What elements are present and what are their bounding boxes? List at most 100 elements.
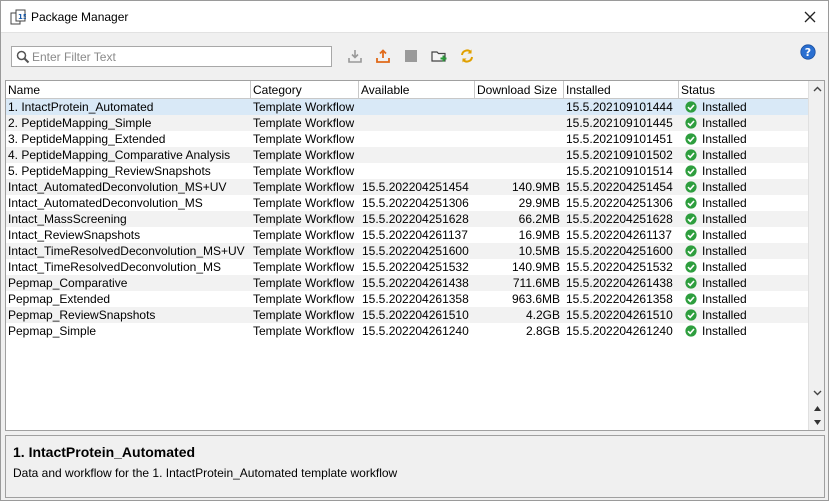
table-row[interactable]: Intact_AutomatedDeconvolution_MS+UV Templ… [6, 179, 809, 195]
cell-installed: 15.5.202109101445 [566, 116, 673, 130]
cell-category: Template Workflow [253, 148, 355, 162]
cell-installed: 15.5.202204261438 [566, 276, 673, 290]
download-button[interactable] [346, 47, 364, 65]
close-icon [804, 11, 816, 23]
cell-installed: 15.5.202204261510 [566, 308, 673, 322]
cell-available: 15.5.202204261510 [362, 308, 469, 322]
search-icon [16, 50, 30, 64]
cell-installed: 15.5.202204261137 [566, 228, 672, 242]
cell-name: 5. PeptideMapping_ReviewSnapshots [8, 164, 211, 178]
cell-name: Pepmap_ReviewSnapshots [8, 308, 156, 322]
column-header-status[interactable]: Status [679, 81, 809, 99]
cell-installed: 15.5.202109101444 [566, 100, 673, 114]
table-row[interactable]: Intact_MassScreening Template Workflow 15.… [6, 211, 809, 227]
table-row[interactable]: Pepmap_Simple Template Workflow 15.5.20220… [6, 323, 809, 339]
cell-size: 140.9MB [511, 260, 560, 274]
cell-installed: 15.5.202204261358 [566, 292, 673, 306]
status-cell: Installed [685, 163, 809, 179]
stop-button[interactable] [402, 47, 420, 65]
close-button[interactable] [800, 7, 820, 27]
cell-size: 16.9MB [518, 228, 560, 242]
cell-category: Template Workflow [253, 292, 355, 306]
cell-name: Pepmap_Extended [8, 292, 111, 306]
cell-category: Template Workflow [253, 196, 355, 210]
cell-size [475, 131, 562, 147]
table-header: Name Category Available Download Size In… [6, 81, 809, 99]
cell-installed: 15.5.202109101514 [566, 164, 673, 178]
cell-name: 2. PeptideMapping_Simple [8, 116, 152, 130]
cell-available [362, 99, 475, 115]
scroll-page-down-button[interactable] [809, 415, 824, 429]
status-label: Installed [702, 116, 747, 130]
window-title: Package Manager [31, 10, 129, 24]
refresh-icon [461, 49, 473, 63]
cell-category: Template Workflow [253, 324, 355, 338]
table-scrollbar[interactable] [808, 81, 824, 430]
table-row[interactable]: 1. IntactProtein_Automated Template Workf… [6, 99, 809, 115]
help-icon[interactable]: ? [800, 44, 816, 60]
check-circle-icon [685, 165, 697, 177]
cell-available [362, 147, 475, 163]
cell-available: 15.5.202204261137 [362, 228, 468, 242]
add-folder-icon [430, 51, 446, 62]
status-cell: Installed [685, 131, 809, 147]
add-folder-button[interactable] [430, 47, 448, 65]
status-label: Installed [702, 164, 747, 178]
table-row[interactable]: Intact_AutomatedDeconvolution_MS Template… [6, 195, 809, 211]
column-header-installed[interactable]: Installed [564, 81, 679, 99]
cell-installed: 15.5.202204251454 [566, 180, 673, 194]
upload-button[interactable] [374, 47, 392, 65]
cell-name: Intact_TimeResolvedDeconvolution_MS [8, 260, 221, 274]
column-header-name[interactable]: Name [6, 81, 251, 99]
scroll-page-up-button[interactable] [809, 401, 824, 415]
package-manager-window: 15 Package Manager Enter Filter Text ? N… [0, 0, 829, 501]
cell-category: Template Workflow [253, 132, 355, 146]
status-label: Installed [702, 308, 747, 322]
cell-available: 15.5.202204261358 [362, 292, 469, 306]
refresh-button[interactable] [458, 47, 476, 65]
check-circle-icon [685, 245, 697, 257]
column-header-category[interactable]: Category [251, 81, 359, 99]
table-row[interactable]: Intact_TimeResolvedDeconvolution_MS+UV Te… [6, 243, 809, 259]
cell-category: Template Workflow [253, 276, 355, 290]
check-circle-icon [685, 293, 697, 305]
status-cell: Installed [685, 243, 809, 259]
table-row[interactable]: 4. PeptideMapping_Comparative Analysis Te… [6, 147, 809, 163]
table-row[interactable]: Intact_ReviewSnapshots Template Workflow 1… [6, 227, 809, 243]
cell-name: Intact_TimeResolvedDeconvolution_MS+UV [8, 244, 245, 258]
cell-category: Template Workflow [253, 228, 355, 242]
status-label: Installed [702, 276, 747, 290]
scroll-down-button[interactable] [809, 386, 824, 400]
cell-installed: 15.5.202109101451 [566, 132, 673, 146]
cell-available: 15.5.202204251454 [362, 180, 469, 194]
cell-installed: 15.5.202109101502 [566, 148, 673, 162]
cell-available: 15.5.202204261240 [362, 324, 469, 338]
check-circle-icon [685, 309, 697, 321]
status-cell: Installed [685, 211, 809, 227]
table-row[interactable]: Pepmap_Comparative Template Workflow 15.5.… [6, 275, 809, 291]
table-row[interactable]: 2. PeptideMapping_Simple Template Workflo… [6, 115, 809, 131]
table-row[interactable]: Intact_TimeResolvedDeconvolution_MS Templ… [6, 259, 809, 275]
cell-category: Template Workflow [253, 164, 355, 178]
details-pane: 1. IntactProtein_Automated Data and work… [5, 435, 825, 498]
status-cell: Installed [685, 115, 809, 131]
table-row[interactable]: 5. PeptideMapping_ReviewSnapshots Templat… [6, 163, 809, 179]
table-row[interactable]: 3. PeptideMapping_Extended Template Workf… [6, 131, 809, 147]
cell-category: Template Workflow [253, 116, 355, 130]
cell-installed: 15.5.202204251532 [566, 260, 673, 274]
status-label: Installed [702, 100, 747, 114]
check-circle-icon [685, 261, 697, 273]
status-label: Installed [702, 260, 747, 274]
cell-category: Template Workflow [253, 244, 355, 258]
table-row[interactable]: Pepmap_Extended Template Workflow 15.5.202… [6, 291, 809, 307]
cell-installed: 15.5.202204261240 [566, 324, 673, 338]
column-header-available[interactable]: Available [359, 81, 475, 99]
status-label: Installed [702, 324, 747, 338]
column-header-download-size[interactable]: Download Size [475, 81, 564, 99]
check-circle-icon [685, 149, 697, 161]
scroll-up-button[interactable] [809, 82, 824, 96]
check-circle-icon [685, 101, 697, 113]
status-cell: Installed [685, 323, 809, 339]
filter-input[interactable] [32, 48, 328, 65]
table-row[interactable]: Pepmap_ReviewSnapshots Template Workflow 1… [6, 307, 809, 323]
